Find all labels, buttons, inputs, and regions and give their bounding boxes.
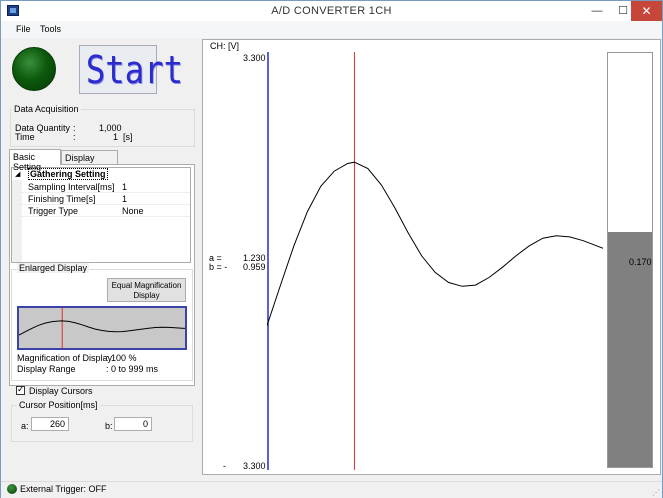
start-button-label: Start [85,48,184,92]
gathering-settings-grid: ◢ Gathering Setting Sampling Interval[ms… [11,167,191,263]
grid-row-trigger-type[interactable]: Trigger Type None [12,205,190,217]
finishing-time-value[interactable]: 1 [122,194,127,204]
cursor-b-readout-value: 0.959 [243,262,266,272]
grid-row-finishing-time[interactable]: Finishing Time[s] 1 [12,193,190,205]
level-bar-fill [608,232,652,467]
cursor-b-label: b: [105,421,113,431]
tab-basic-setting[interactable]: Basic Setting [9,149,61,172]
window-title: A/D CONVERTER 1CH [271,5,392,17]
cursor-b-readout-label: b = - [209,262,228,272]
data-acquisition-title: Data Acquisition [12,104,81,114]
finishing-time-label: Finishing Time[s] [28,194,96,204]
time-colon: : [73,132,76,142]
equal-magnification-button[interactable]: Equal Magnification Display [107,278,186,302]
menu-bar: File Tools [1,21,662,38]
start-button[interactable]: Start [79,45,184,94]
y-axis-bottom-dash: - [223,461,226,471]
level-bar-value: 0.170 [629,257,652,267]
display-range-value: : 0 to 999 ms [106,364,159,374]
mini-waveform-trace [19,320,185,336]
cursor-a-input[interactable]: 260 [31,417,69,431]
magnification-value: : 100 % [106,353,137,363]
title-bar[interactable]: A/D CONVERTER 1CH — ☐ ✕ [1,1,662,21]
time-value: 1 [113,132,119,142]
sampling-interval-label: Sampling Interval[ms] [28,182,115,192]
status-led-indicator [12,47,56,91]
y-axis-bottom-label: 3.300 [243,461,266,471]
trigger-type-label: Trigger Type [28,206,79,216]
main-plot-svg [267,52,603,470]
mini-waveform-plot[interactable] [17,306,187,350]
mini-waveform-svg [19,308,185,348]
magnification-label: Magnification of Display [17,353,113,363]
minimize-button[interactable]: — [584,1,610,21]
enlarged-display-title: Enlarged Display [17,263,90,273]
resize-grip-icon[interactable]: ⋰ [652,488,660,497]
external-trigger-led-icon [7,484,17,494]
time-label: Time [15,132,35,142]
display-cursors-checkbox[interactable] [16,384,25,395]
cursor-b-input[interactable]: 0 [114,417,152,431]
tab-display-setting[interactable]: Display Setting [61,150,118,173]
channel-label: CH: [V] [210,41,240,51]
data-quantity-value: 1,000 [99,123,122,133]
external-trigger-status: External Trigger: OFF [20,484,107,494]
app-window: A/D CONVERTER 1CH — ☐ ✕ File Tools Start… [0,0,663,498]
main-plot-area[interactable] [267,52,603,470]
menu-file[interactable]: File [16,24,31,34]
close-button[interactable]: ✕ [631,1,662,21]
display-cursors-label[interactable]: Display Cursors [29,386,93,396]
trigger-type-value[interactable]: None [122,206,144,216]
cursor-a-label: a: [21,421,29,431]
waveform-trace [267,161,603,326]
display-range-label: Display Range [17,364,76,374]
menu-tools[interactable]: Tools [40,24,61,34]
y-axis-top-label: 3.300 [243,53,266,63]
grid-row-sampling-interval[interactable]: Sampling Interval[ms] 1 [12,181,190,193]
time-unit: [s] [123,132,133,142]
cursor-position-title: Cursor Position[ms] [17,400,100,410]
sampling-interval-value[interactable]: 1 [122,182,127,192]
